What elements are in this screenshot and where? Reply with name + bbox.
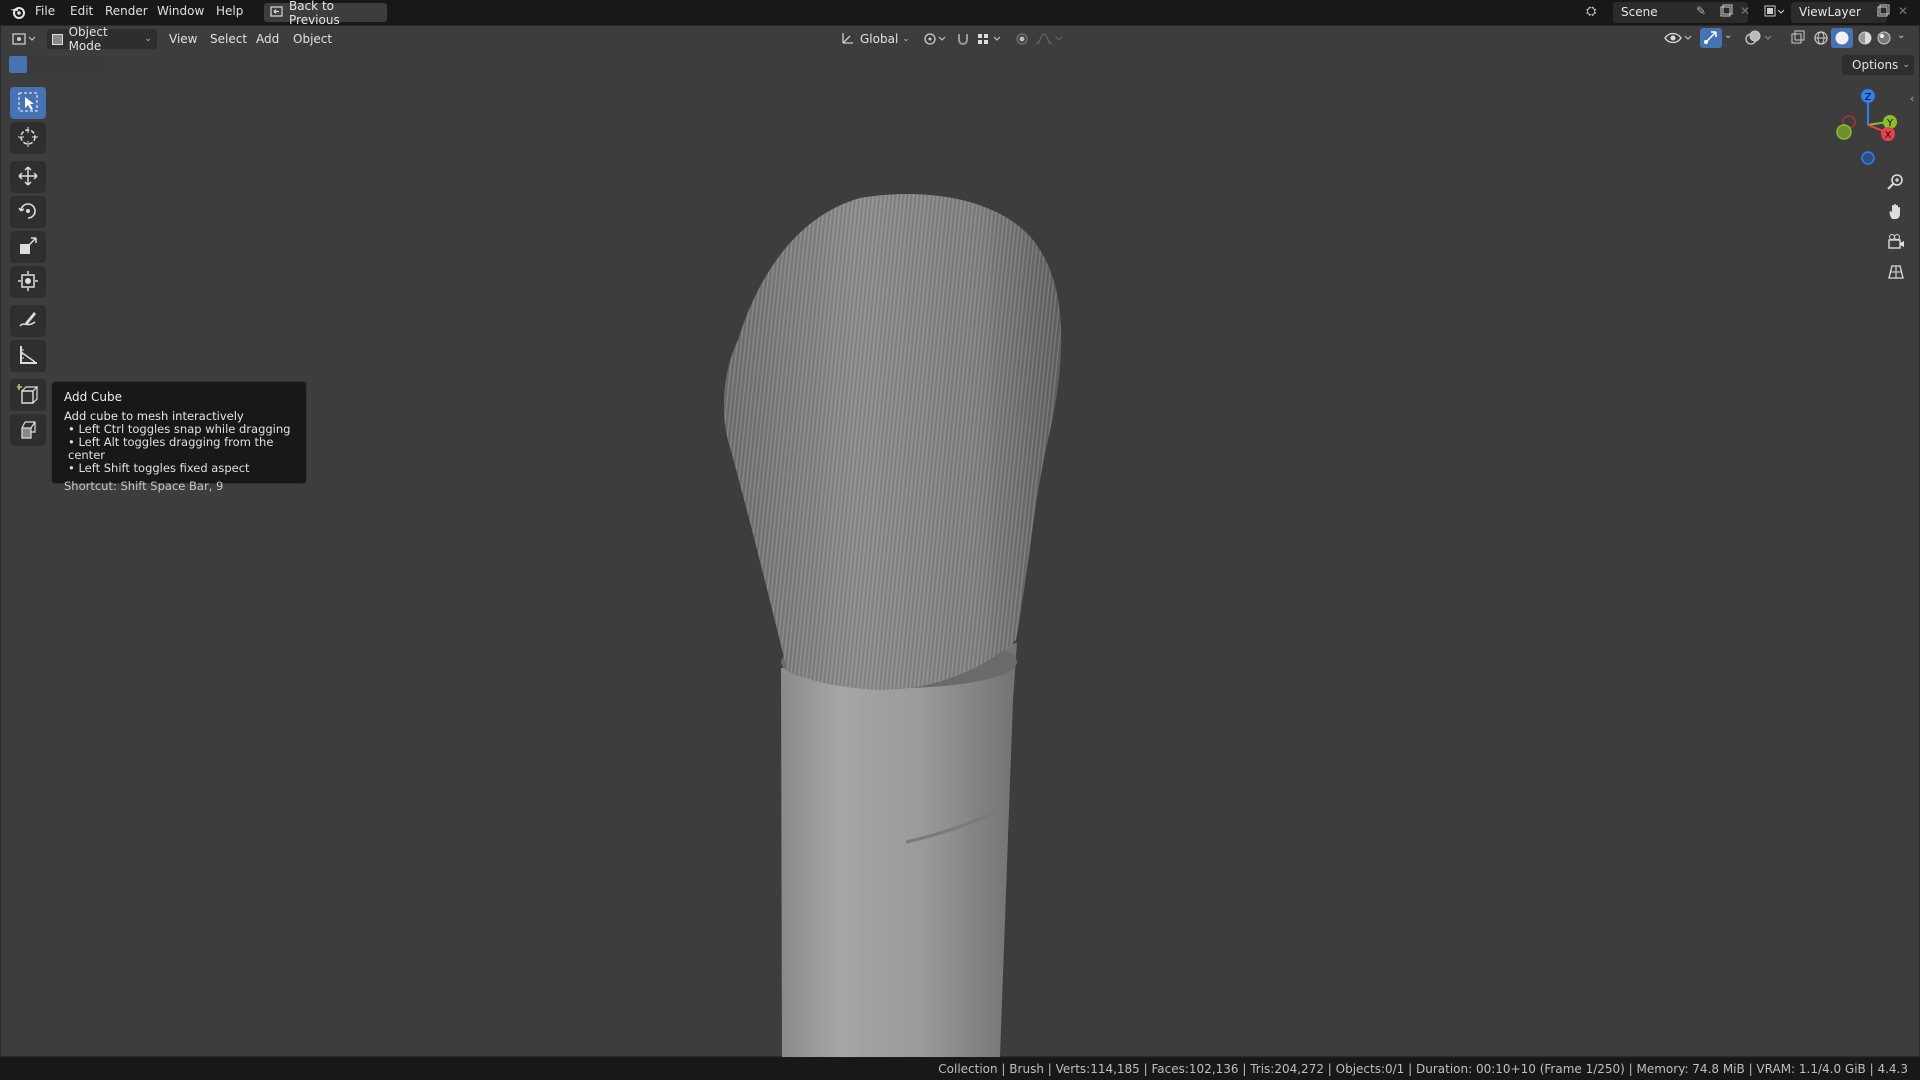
- editor-type-icon[interactable]: [11, 31, 39, 50]
- pivot-point-icon[interactable]: [922, 31, 948, 50]
- select-mode-extend[interactable]: [28, 56, 46, 73]
- xray-icon[interactable]: [1790, 30, 1806, 49]
- cursor-icon: [17, 126, 39, 151]
- transform-icon: [17, 270, 39, 295]
- orientation-icon: [841, 31, 855, 48]
- snap-toggle-icon[interactable]: [955, 31, 971, 50]
- annotate-icon: [17, 309, 39, 334]
- camera-view-icon[interactable]: [1882, 228, 1910, 256]
- wireframe-shading-icon[interactable]: [1813, 30, 1829, 49]
- select-mode-new[interactable]: [9, 56, 27, 73]
- gizmo-dropdown-icon[interactable]: ⌄: [1724, 30, 1732, 41]
- menu-add[interactable]: Add: [256, 32, 279, 46]
- perspective-toggle-icon[interactable]: [1882, 258, 1910, 286]
- tool-scale[interactable]: [10, 231, 46, 263]
- pan-hand-icon[interactable]: [1882, 198, 1910, 226]
- rendered-shading-icon[interactable]: [1876, 30, 1892, 49]
- chevron-down-icon: ⌄: [902, 34, 910, 44]
- zoom-icon[interactable]: [1882, 168, 1910, 196]
- transform-orientation-dropdown[interactable]: Global ⌄: [836, 29, 914, 49]
- orientation-label: Global: [860, 32, 899, 46]
- gizmo-neg-z[interactable]: [1861, 151, 1875, 165]
- tooltip-shortcut: Shortcut: Shift Space Bar, 9: [64, 479, 224, 493]
- chevron-down-icon: ⌄: [1902, 60, 1910, 70]
- select-mode-subtract[interactable]: [47, 56, 65, 73]
- tool-transform[interactable]: [10, 266, 46, 298]
- tool-select-box[interactable]: [10, 87, 46, 119]
- menu-object[interactable]: Object: [293, 32, 332, 46]
- gizmo-toggle-icon[interactable]: [1700, 28, 1722, 48]
- scale-icon: [17, 235, 39, 260]
- add-cube-icon: [16, 383, 39, 408]
- options-label: Options: [1852, 58, 1899, 72]
- tooltip-bullet: • Left Alt toggles dragging from the cen…: [68, 435, 274, 462]
- primitive-icon: [17, 418, 39, 443]
- navigation-gizmo[interactable]: Z Y X: [1830, 82, 1910, 172]
- snap-target-icon[interactable]: [976, 31, 1004, 50]
- object-mode-label: Object Mode: [68, 25, 108, 53]
- falloff-icon[interactable]: [1034, 31, 1064, 50]
- object-mode-dropdown[interactable]: Object Mode ⌄: [47, 25, 157, 53]
- visibility-icon[interactable]: [1664, 30, 1694, 49]
- select-mode-invert[interactable]: [66, 56, 84, 73]
- select-box-icon: [17, 91, 39, 116]
- material-shading-icon[interactable]: [1857, 30, 1873, 49]
- options-dropdown[interactable]: Options ⌄: [1842, 55, 1914, 75]
- overlays-icon[interactable]: [1744, 30, 1774, 49]
- gizmo-neg-y[interactable]: [1836, 124, 1852, 140]
- tool-cursor[interactable]: [10, 122, 46, 154]
- measure-icon: [17, 344, 39, 369]
- menu-select[interactable]: Select: [210, 32, 247, 46]
- shading-options-icon[interactable]: ⌄: [1897, 30, 1905, 41]
- solid-shading-icon[interactable]: [1831, 28, 1853, 48]
- tooltip-title: Add Cube: [64, 390, 123, 404]
- tool-add-cube[interactable]: [10, 379, 46, 411]
- tooltip-add-cube: Add Cube Add cube to mesh interactively …: [51, 381, 307, 493]
- brush-object[interactable]: [0, 0, 1920, 1080]
- status-bar: Collection | Brush | Verts:114,185 | Fac…: [0, 1058, 1920, 1080]
- tool-measure[interactable]: [10, 340, 46, 372]
- tool-rotate[interactable]: [10, 196, 46, 228]
- status-info: Collection | Brush | Verts:114,185 | Fac…: [938, 1062, 1908, 1076]
- select-mode-intersect[interactable]: [85, 56, 103, 73]
- tooltip-bullet: • Left Shift toggles fixed aspect: [68, 461, 250, 475]
- move-icon: [17, 165, 39, 190]
- menu-view[interactable]: View: [169, 32, 197, 46]
- gizmo-z-label: Z: [1865, 92, 1872, 103]
- tool-annotate[interactable]: [10, 305, 46, 337]
- rotate-icon: [17, 200, 39, 225]
- tool-add-cube-variant[interactable]: [10, 414, 46, 446]
- proportional-editing-icon[interactable]: [1014, 31, 1030, 50]
- chevron-down-icon: ⌄: [144, 34, 152, 44]
- tool-move[interactable]: [10, 161, 46, 193]
- gizmo-x-label: X: [1885, 130, 1892, 141]
- tooltip-description: Add cube to mesh interactively: [64, 409, 244, 423]
- sidebar-toggle-icon[interactable]: ‹: [1910, 92, 1914, 105]
- object-mode-icon: [52, 33, 63, 45]
